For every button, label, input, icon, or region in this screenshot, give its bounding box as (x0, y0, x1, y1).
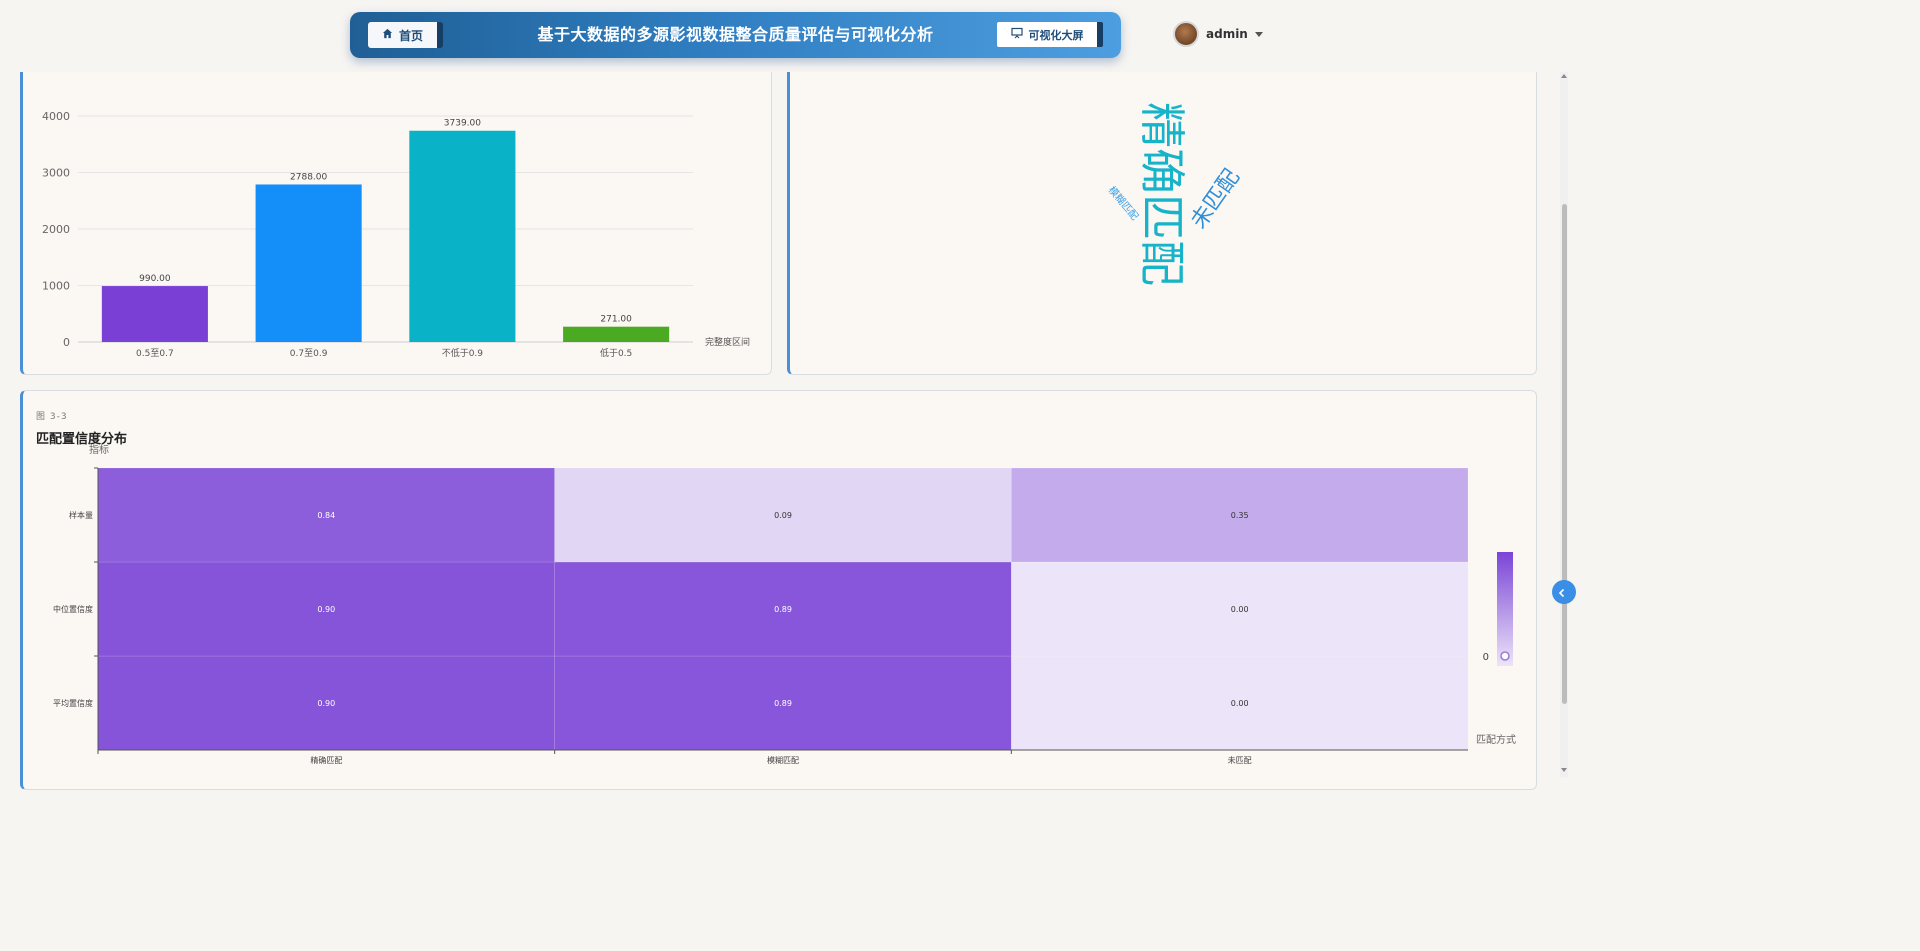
bar (409, 130, 516, 342)
scroll-up-arrow[interactable] (1561, 74, 1567, 78)
x-tick-label: 精确匹配 (310, 755, 342, 765)
completeness-chart-card: 0 1000 2000 3000 4000 990.00 0.5至0.7 2788.00 0.7… (20, 72, 772, 375)
x-tick-label: 不低于0.9 (442, 347, 484, 359)
visual-screen-button[interactable]: 可视化大屏 (997, 22, 1103, 47)
visual-map-handle (1500, 651, 1510, 661)
y-tick-label: 中位置信度 (53, 604, 93, 614)
completeness-bar-chart: 0 1000 2000 3000 4000 990.00 0.5至0.7 2788.00 0.7… (42, 110, 750, 359)
bar-value-label: 2788.00 (290, 172, 327, 182)
x-tick-label: 0.5至0.7 (136, 348, 174, 359)
y-tick-label: 2000 (42, 223, 70, 236)
bar-value-label: 3739.00 (444, 119, 481, 129)
chevron-down-icon (1254, 31, 1263, 37)
confidence-heatmap-card: 图 3-3 匹配置信度分布 指标 0.90 0.89 0.00 平均置信度 0.90 0.8… (20, 390, 1537, 790)
cell-value-label: 0.89 (774, 605, 792, 614)
page: 首页 基于大数据的多源影视数据整合质量评估与可视化分析 可视化大屏 admin … (0, 0, 1576, 790)
confidence-heatmap: 指标 0.90 0.89 0.00 平均置信度 0.90 0.89 0.00 中位置信度 0.84… (53, 443, 1516, 765)
y-tick-label: 平均置信度 (53, 698, 93, 708)
y-tick-label: 样本量 (69, 510, 93, 520)
match-type-wordcloud: 精确匹配 未匹配 模糊匹配 (1106, 102, 1245, 286)
home-button[interactable]: 首页 (368, 22, 443, 48)
bar-value-label: 271.00 (600, 315, 632, 325)
y-tick-label: 0 (63, 336, 70, 349)
presentation-icon (1010, 27, 1023, 42)
scrollbar-thumb[interactable] (1562, 204, 1567, 704)
top-bar: 首页 基于大数据的多源影视数据整合质量评估与可视化分析 可视化大屏 admin (0, 0, 1568, 72)
cell-value-label: 0.89 (774, 699, 792, 708)
user-menu[interactable]: admin (1173, 21, 1263, 47)
username: admin (1206, 27, 1248, 41)
screen-label: 可视化大屏 (1028, 28, 1084, 42)
home-icon (382, 28, 393, 42)
x-axis-name: 完整度区间 (705, 336, 750, 348)
y-tick-label: 3000 (42, 167, 70, 180)
x-axis-name: 匹配方式 (1476, 733, 1516, 746)
y-tick-label: 4000 (42, 110, 70, 123)
home-label: 首页 (398, 28, 423, 43)
visual-map-bar (1497, 552, 1513, 666)
y-axis-name: 指标 (89, 443, 109, 456)
x-tick-label: 低于0.5 (600, 347, 632, 359)
word-unmatched: 未匹配 (1186, 165, 1244, 233)
cell-value-label: 0.00 (1231, 699, 1249, 708)
cell-value-label: 0.90 (317, 699, 335, 708)
scroll-down-arrow[interactable] (1561, 768, 1567, 772)
cell-value-label: 0.09 (774, 511, 792, 520)
x-tick-label: 未匹配 (1228, 755, 1252, 765)
bar (255, 184, 362, 342)
avatar (1173, 21, 1199, 47)
bar-value-label: 990.00 (139, 274, 171, 284)
visual-map-min-label: 0 (1483, 652, 1489, 663)
collapse-panel-button[interactable] (1552, 580, 1576, 604)
chevron-left-icon (1557, 583, 1567, 602)
word-exact-match: 精确匹配 (1135, 102, 1189, 286)
bar (563, 326, 670, 342)
match-type-wordcloud-card: 精确匹配 未匹配 模糊匹配 (787, 72, 1537, 375)
page-title: 基于大数据的多源影视数据整合质量评估与可视化分析 (537, 25, 934, 44)
x-tick-label: 模糊匹配 (767, 755, 799, 765)
y-tick-label: 1000 (42, 280, 70, 293)
x-tick-label: 0.7至0.9 (290, 348, 328, 359)
cell-value-label: 0.84 (317, 511, 335, 520)
cell-value-label: 0.00 (1231, 605, 1249, 614)
cell-value-label: 0.90 (317, 605, 335, 614)
bar (101, 286, 208, 342)
cell-value-label: 0.35 (1231, 511, 1249, 520)
nav-pill: 首页 基于大数据的多源影视数据整合质量评估与可视化分析 可视化大屏 (350, 12, 1121, 58)
